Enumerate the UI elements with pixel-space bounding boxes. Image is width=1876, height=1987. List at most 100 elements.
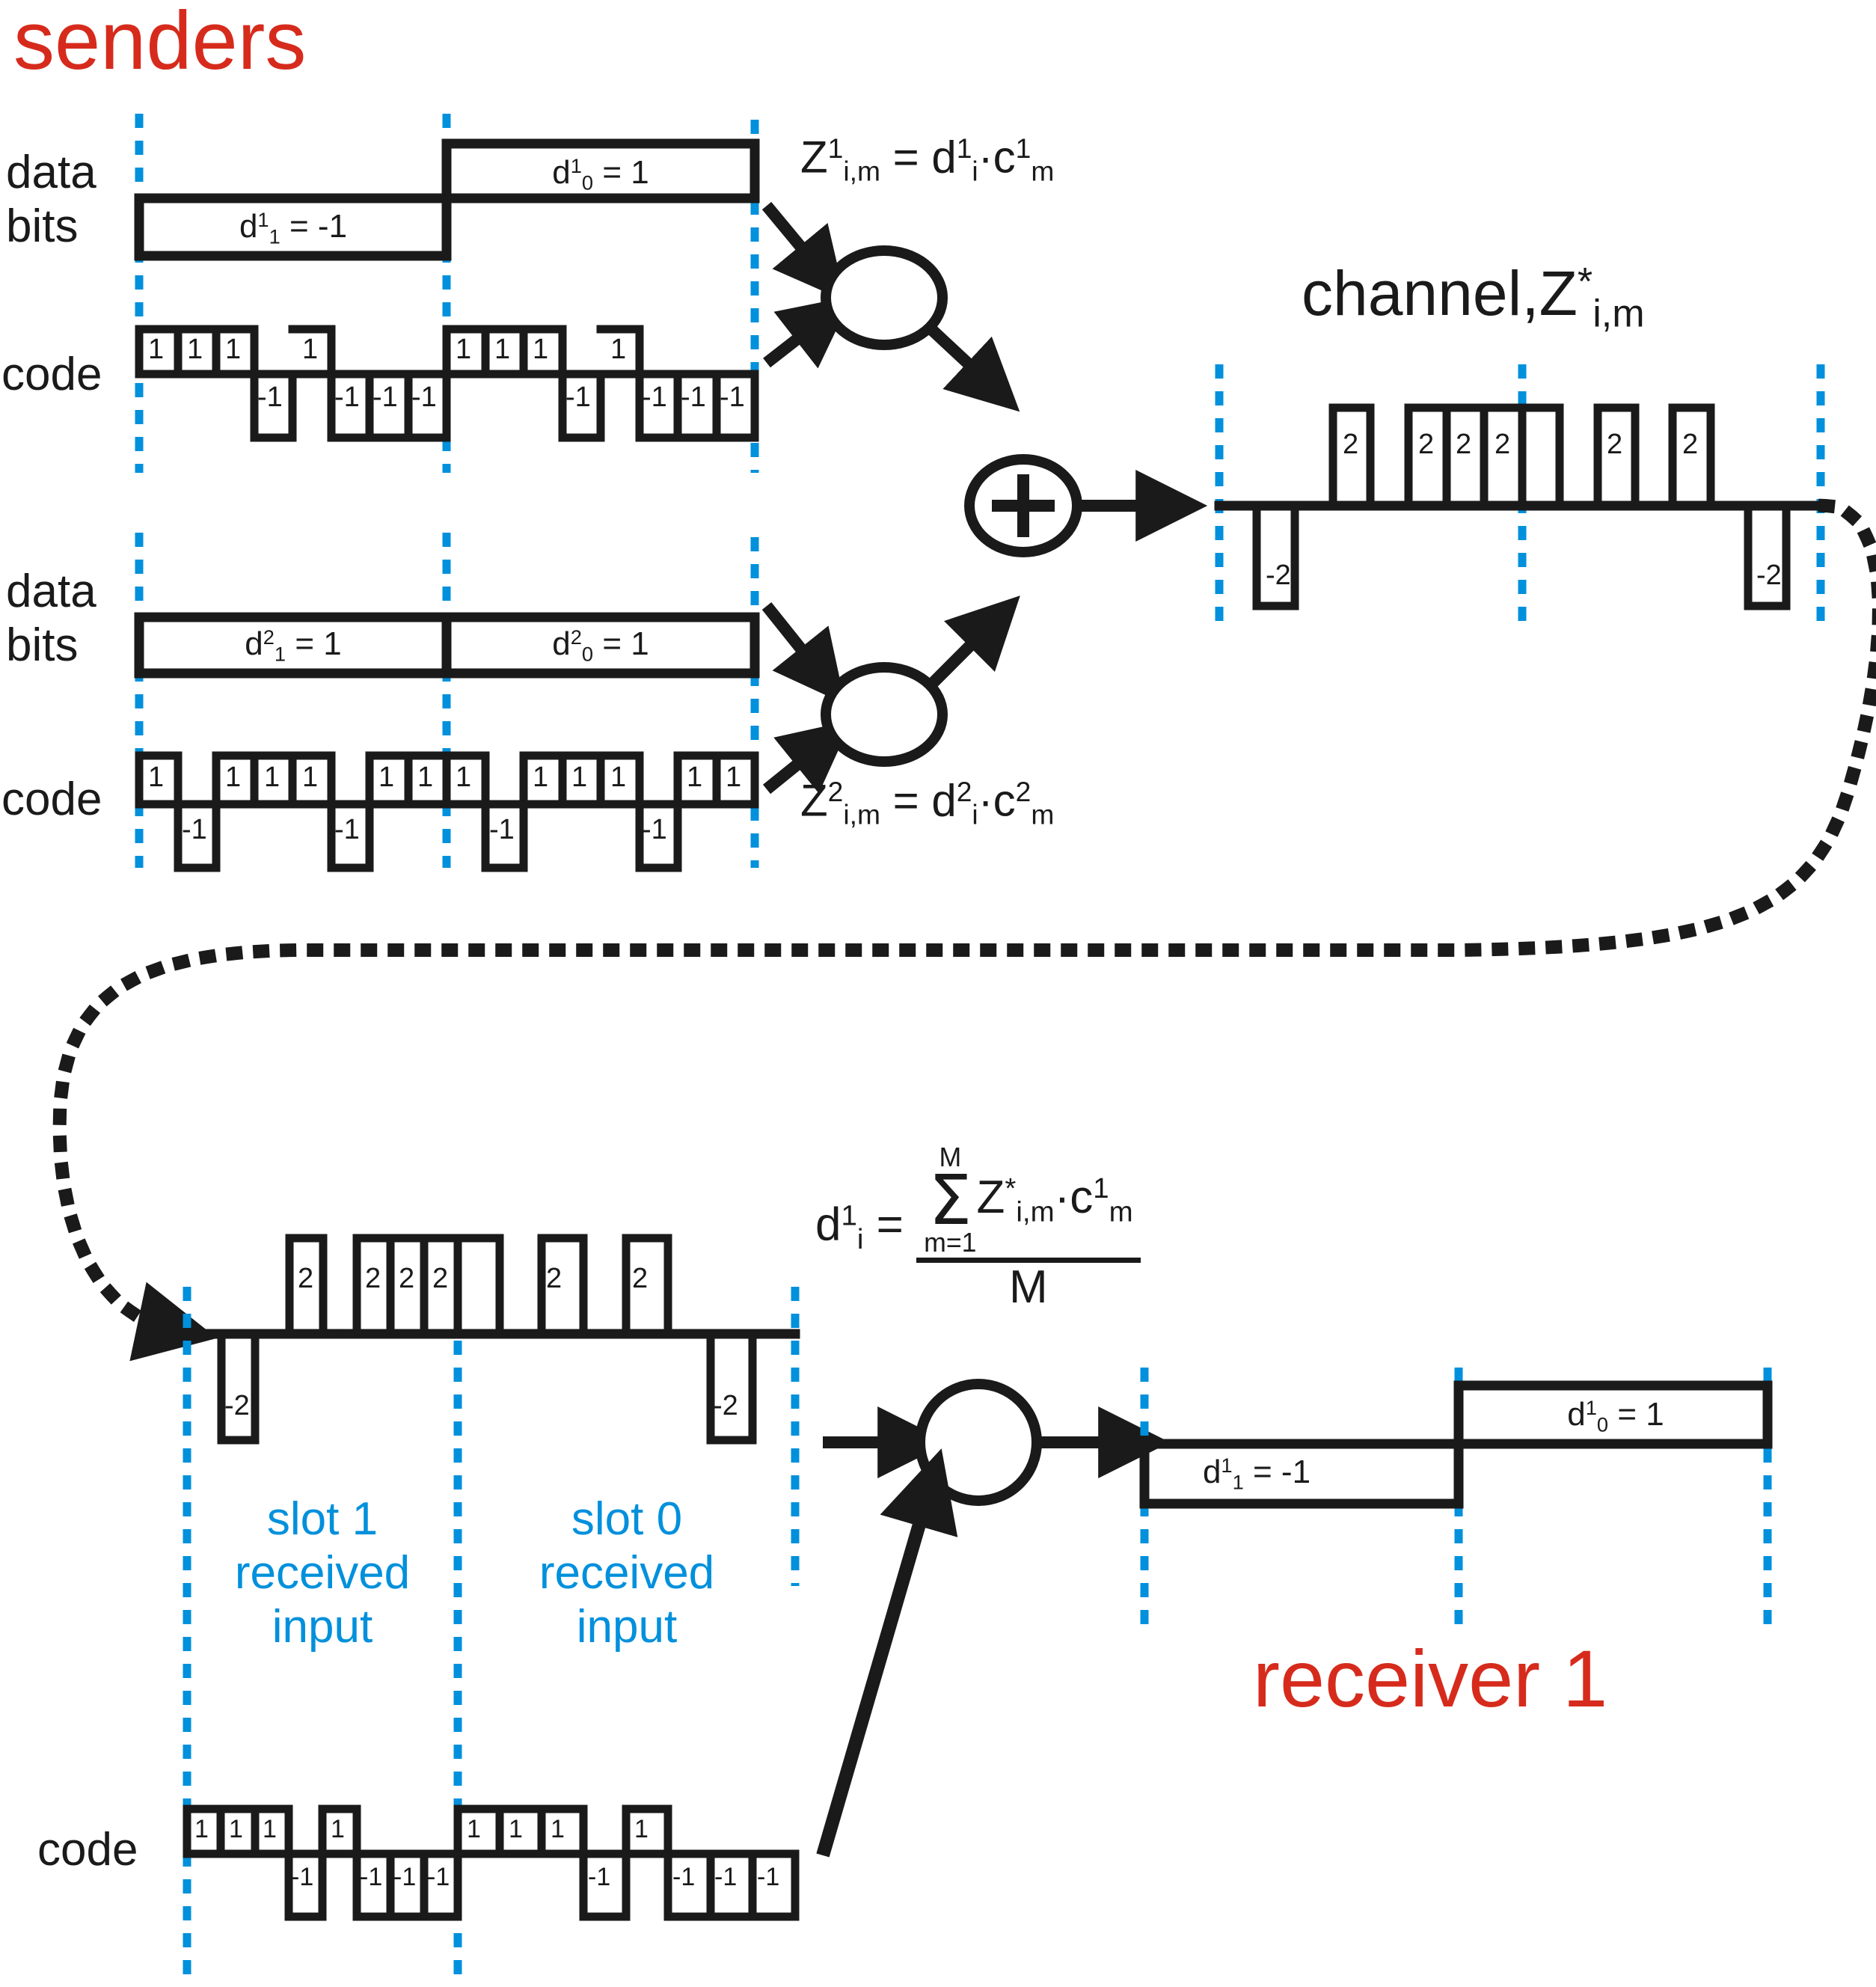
receiver-out-slot0: d10 = 1 (1567, 1397, 1664, 1435)
sender2-data-label-line2: bits (6, 619, 79, 671)
receiver-decoder-node (915, 1379, 1042, 1506)
receiver-title: receiver 1 (1253, 1633, 1608, 1724)
bit-value: = 1 (295, 625, 342, 663)
slot0-caption-line2: received (539, 1547, 715, 1599)
slot1-caption-line2: received (234, 1547, 411, 1599)
receiver-input-waveform (182, 1234, 800, 1445)
summation-operator: M Σ m=1 (924, 1144, 976, 1256)
chip-value: 1 (378, 762, 395, 793)
chip-value: -1 (411, 382, 437, 413)
bit-subscript: 1 (274, 642, 286, 666)
receiver-out-slot1: d11 = -1 (1203, 1455, 1311, 1492)
chip-value: 1 (264, 762, 281, 793)
sender1-code-label: code (1, 349, 102, 400)
chip-value: -1 (393, 1863, 417, 1891)
equals-sign: = (892, 132, 919, 183)
slot1-caption-line1: slot 1 (266, 1493, 378, 1545)
channel-chip-value: 2 (1343, 429, 1359, 460)
bit-subscript: 0 (581, 171, 594, 195)
receiver-chip-value: -2 (713, 1390, 738, 1421)
sender1-data-label-line2: bits (6, 200, 79, 252)
d-symbol: d (815, 1198, 842, 1251)
bit-symbol: d (1202, 1454, 1221, 1491)
sender1-to-adder-arrow (927, 325, 1020, 412)
chip-value: -1 (757, 1863, 780, 1891)
chip-value: 1 (571, 762, 588, 793)
chip-value: -1 (642, 814, 667, 845)
sender1-data-bit-boxes (134, 138, 760, 261)
chip-value: -1 (489, 814, 515, 845)
bit-superscript: 1 (257, 208, 269, 231)
chip-value: -1 (373, 382, 398, 413)
z-superscript: 2 (827, 776, 844, 807)
channel-chip-value: 2 (1607, 429, 1623, 460)
chip-value: 1 (263, 1815, 277, 1843)
chip-value: -1 (334, 814, 360, 845)
z-symbol: Z (800, 775, 828, 826)
chip-value: -1 (681, 382, 706, 413)
cdma-diagram: senders data bits code d11 = -1 d10 = 1 … (0, 0, 1876, 1987)
sender2-input-arrows (761, 602, 853, 795)
sender2-to-adder-arrow (929, 596, 1020, 687)
receiver-chip-value: 2 (432, 1263, 449, 1294)
bit-subscript: 0 (581, 642, 594, 666)
receiver-formula: d1i = M Σ m=1 Z*i,m·c1m M (815, 1144, 1141, 1314)
chip-value: -1 (257, 382, 283, 413)
channel-waveform (1214, 403, 1826, 610)
chip-value: 1 (467, 1815, 481, 1843)
slot0-caption-line3: input (576, 1601, 678, 1653)
channel-chip-value: -2 (1756, 560, 1782, 591)
sender2-slot1-bit-value: d21 = 1 (245, 627, 341, 664)
channel-label: channel,Z*i,m (1302, 262, 1645, 334)
fraction-denominator: M (1009, 1261, 1048, 1314)
receiver-code-arrow (816, 1448, 958, 1858)
chip-value: -1 (720, 382, 745, 413)
chip-value: -1 (672, 1863, 696, 1891)
chip-value: 1 (417, 762, 434, 793)
d-subscript: i (972, 798, 978, 830)
d-superscript: 2 (956, 776, 972, 807)
bit-symbol: d (1567, 1396, 1586, 1433)
chip-value: 1 (634, 1815, 649, 1843)
dot-operator: · (1054, 1171, 1070, 1223)
channel-chip-value: 2 (1682, 429, 1699, 460)
chip-value: -1 (714, 1863, 738, 1891)
dot-operator: · (978, 775, 993, 826)
senders-title: senders (13, 0, 307, 87)
bit-subscript: 0 (1596, 1412, 1609, 1436)
chip-value: 1 (533, 334, 549, 365)
sender1-formula: Z1i,m = d1i·c1m (800, 132, 1055, 187)
chip-value: 1 (229, 1815, 243, 1843)
average-fraction: M Σ m=1 Z*i,m·c1m M (916, 1144, 1141, 1314)
d-superscript: 1 (956, 132, 972, 164)
chip-value: 1 (194, 1815, 209, 1843)
dot-operator: · (978, 132, 993, 183)
bit-value: = -1 (289, 208, 348, 245)
fraction-numerator: M Σ m=1 Z*i,m·c1m (916, 1144, 1141, 1256)
equals-sign: = (892, 775, 919, 826)
chip-value: -1 (182, 814, 207, 845)
bit-value: = 1 (1617, 1396, 1664, 1433)
sender2-data-bit-boxes (134, 612, 760, 679)
sender2-formula: Z2i,m = d2i·c2m (800, 775, 1054, 830)
bit-symbol: d (245, 625, 263, 663)
z-superscript: 1 (827, 132, 844, 164)
z-symbol: Z (800, 132, 828, 183)
chip-value: 1 (302, 762, 319, 793)
sender2-data-label-line1: data (6, 566, 96, 617)
channel-superscript: * (1577, 260, 1593, 304)
bit-superscript: 1 (1221, 1454, 1233, 1477)
z-subscript: i,m (843, 155, 880, 187)
d-symbol: d (931, 132, 957, 183)
channel-chip-value: 2 (1418, 429, 1435, 460)
sender1-multiplier-node (821, 245, 948, 350)
chip-value: -1 (642, 382, 667, 413)
d-symbol: d (931, 775, 957, 826)
channel-chip-value: 2 (1495, 429, 1511, 460)
c-subscript: m (1031, 155, 1055, 187)
equals-sign: = (876, 1198, 904, 1251)
receiver-chip-value: 2 (632, 1263, 649, 1294)
chip-value: 1 (687, 762, 703, 793)
chip-value: 1 (533, 762, 549, 793)
chip-value: -1 (360, 1863, 383, 1891)
